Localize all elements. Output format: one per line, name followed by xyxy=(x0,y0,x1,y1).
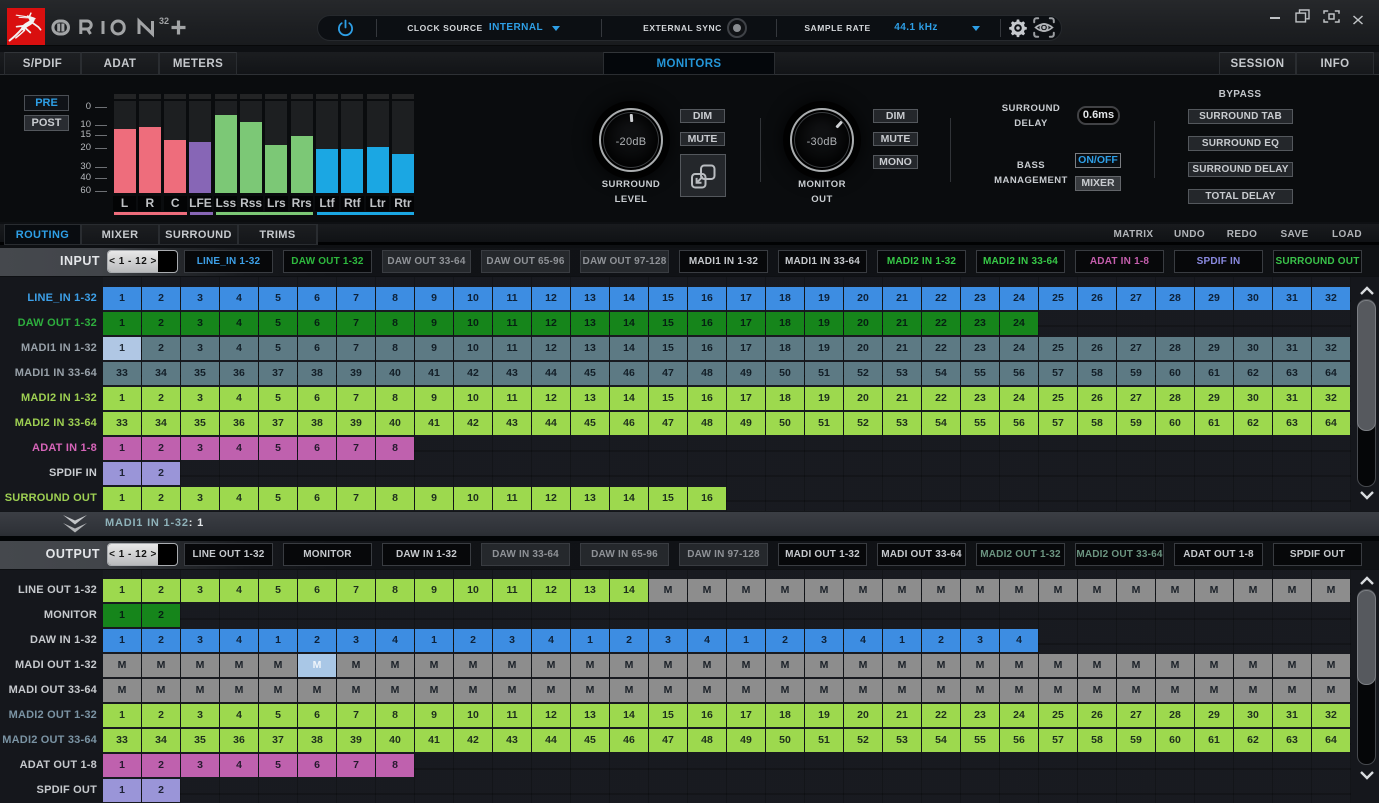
svg-text:32: 32 xyxy=(159,16,169,26)
